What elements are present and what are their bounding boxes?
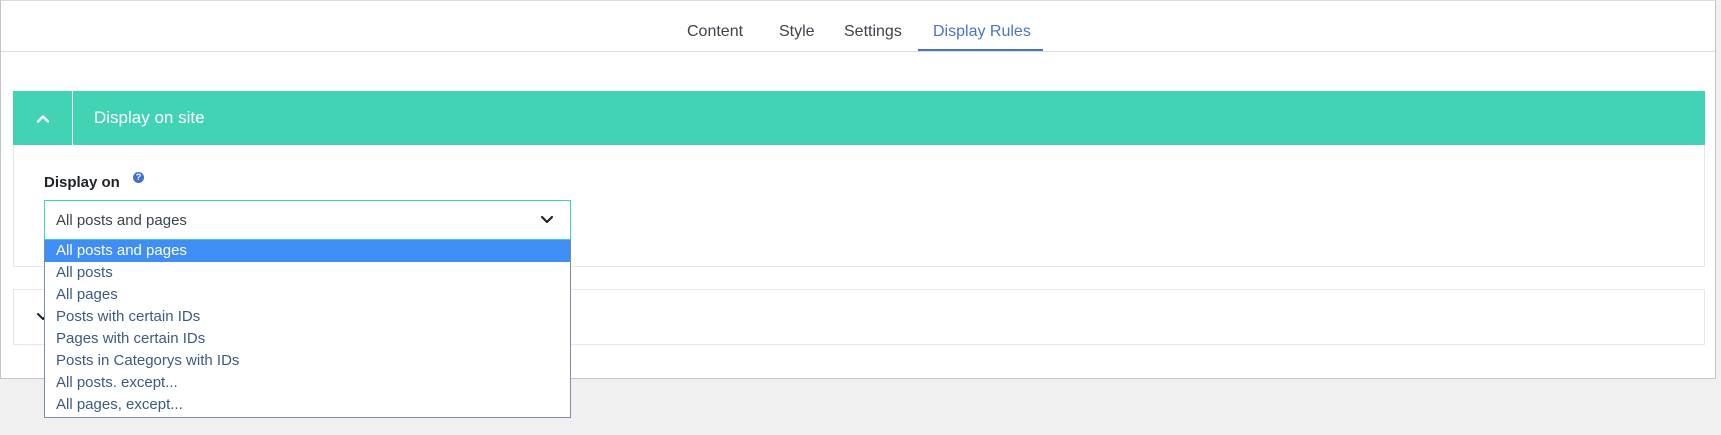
option-all-posts[interactable]: All posts bbox=[45, 262, 570, 284]
section-header[interactable]: Display on site bbox=[13, 91, 1705, 145]
option-all-posts-except[interactable]: All posts. except... bbox=[45, 372, 570, 394]
tab-bar: Content Style Settings Display Rules bbox=[1, 1, 1715, 52]
option-all-posts-and-pages[interactable]: All posts and pages bbox=[45, 240, 570, 262]
tab-display-rules[interactable]: Display Rules bbox=[933, 23, 1031, 41]
chevron-up-icon bbox=[36, 114, 49, 123]
help-icon[interactable]: ? bbox=[133, 172, 144, 183]
display-on-select[interactable]: All posts and pages bbox=[44, 200, 571, 240]
option-pages-with-certain-ids[interactable]: Pages with certain IDs bbox=[45, 328, 570, 350]
collapse-button[interactable] bbox=[13, 91, 73, 145]
display-on-label: Display on bbox=[44, 174, 120, 191]
section-title: Display on site bbox=[94, 108, 205, 127]
tab-content[interactable]: Content bbox=[687, 23, 743, 41]
active-tab-indicator bbox=[918, 49, 1043, 51]
option-posts-with-certain-ids[interactable]: Posts with certain IDs bbox=[45, 306, 570, 328]
display-on-dropdown: All posts and pages All posts All pages … bbox=[44, 240, 571, 418]
option-posts-in-categorys-with-ids[interactable]: Posts in Categorys with IDs bbox=[45, 350, 570, 372]
tab-settings[interactable]: Settings bbox=[844, 23, 902, 41]
chevron-down-icon bbox=[540, 215, 554, 224]
select-value: All posts and pages bbox=[56, 212, 187, 229]
option-all-pages[interactable]: All pages bbox=[45, 284, 570, 306]
option-all-pages-except[interactable]: All pages, except... bbox=[45, 394, 570, 416]
tab-style[interactable]: Style bbox=[779, 23, 815, 41]
